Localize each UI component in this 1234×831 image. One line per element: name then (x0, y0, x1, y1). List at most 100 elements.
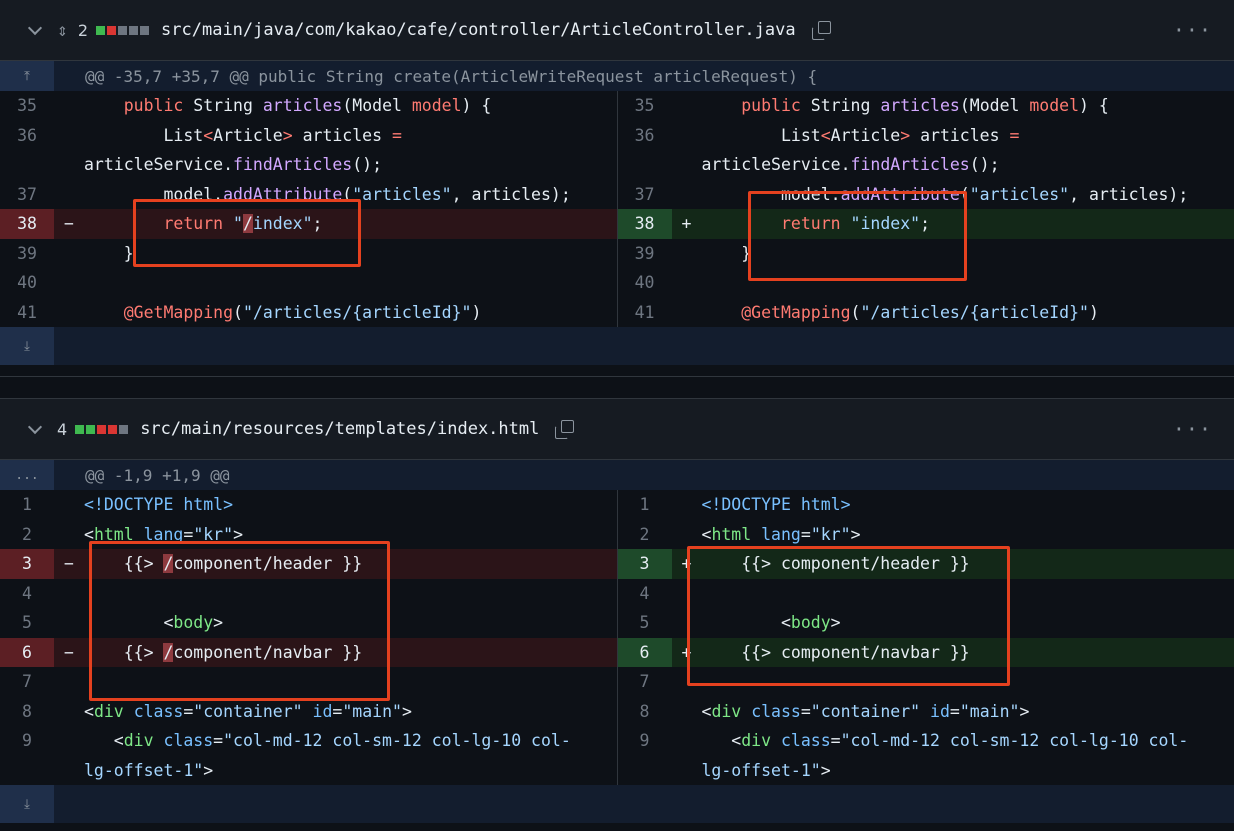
more-options-icon[interactable]: ··· (1173, 417, 1212, 441)
line-number[interactable]: 35 (0, 91, 54, 121)
line-number[interactable]: 39 (0, 239, 54, 269)
line-number[interactable]: 36 (618, 121, 672, 151)
file-path[interactable]: src/main/resources/templates/index.html (140, 419, 539, 439)
expand-down-row: ⤓ (0, 785, 1234, 823)
diff-marker: − (54, 638, 84, 668)
line-number[interactable]: 3 (618, 549, 672, 579)
expand-down-icon[interactable]: ⤓ (0, 327, 54, 365)
line-number[interactable]: 2 (0, 520, 54, 550)
diff-row: 37 model.addAttribute("articles", articl… (0, 180, 1234, 210)
line-number[interactable]: 6 (0, 638, 54, 668)
line-number[interactable]: 8 (0, 697, 54, 727)
line-number[interactable]: 8 (618, 697, 672, 727)
line-number[interactable]: 35 (618, 91, 672, 121)
diffstat-block (119, 425, 128, 434)
collapse-chevron-icon[interactable] (27, 421, 43, 437)
expand-hunk-button[interactable]: ... (0, 460, 54, 490)
code-text: lg-offset-1"> (84, 756, 617, 786)
diff-marker (672, 520, 702, 550)
diff-marker (672, 91, 702, 121)
line-number[interactable]: 4 (0, 579, 54, 609)
more-options-icon[interactable]: ··· (1173, 18, 1212, 42)
line-number[interactable]: 6 (618, 638, 672, 668)
code-text: model.addAttribute("articles", articles)… (84, 180, 617, 210)
diff-marker (54, 180, 84, 210)
line-number[interactable]: 40 (0, 268, 54, 298)
line-number[interactable]: 9 (0, 726, 54, 756)
line-number[interactable]: 38 (618, 209, 672, 239)
copy-path-icon[interactable] (555, 420, 573, 438)
collapse-chevron-icon[interactable] (27, 22, 43, 38)
file-header: 4 src/main/resources/templates/index.htm… (0, 399, 1234, 460)
diff-marker (54, 756, 84, 786)
diff-marker (54, 91, 84, 121)
diff-row: 8<div class="container" id="main">8<div … (0, 697, 1234, 727)
line-number[interactable]: 1 (618, 490, 672, 520)
code-text (84, 579, 617, 609)
code-text: <!DOCTYPE html> (702, 490, 1234, 520)
code-text: model.addAttribute("articles", articles)… (702, 180, 1234, 210)
line-number[interactable] (0, 150, 54, 180)
diffstat (75, 425, 128, 434)
expand-up-icon[interactable]: ⤒ (0, 61, 54, 91)
right-line: 39 } (618, 239, 1234, 269)
expand-down-icon[interactable]: ⤓ (0, 785, 54, 823)
diff-marker (672, 697, 702, 727)
diff-row: 77 (0, 667, 1234, 697)
line-number[interactable]: 7 (618, 667, 672, 697)
hunk-header-text: @@ -35,7 +35,7 @@ public String create(A… (85, 67, 817, 86)
line-number[interactable]: 39 (618, 239, 672, 269)
line-number[interactable]: 37 (618, 180, 672, 210)
line-number[interactable]: 3 (0, 549, 54, 579)
expand-all-icon[interactable]: ⇕ (57, 20, 68, 41)
diffstat-block (140, 26, 149, 35)
line-number[interactable]: 41 (618, 298, 672, 328)
code-text: public String articles(Model model) { (702, 91, 1234, 121)
line-number[interactable]: 36 (0, 121, 54, 151)
line-number[interactable]: 5 (0, 608, 54, 638)
code-text: lg-offset-1"> (702, 756, 1234, 786)
code-text: <div class="col-md-12 col-sm-12 col-lg-1… (702, 726, 1234, 756)
line-number[interactable]: 7 (0, 667, 54, 697)
diff-row: 35 public String articles(Model model) {… (0, 91, 1234, 121)
diff-marker (54, 726, 84, 756)
line-number[interactable]: 4 (618, 579, 672, 609)
code-text: <html lang="kr"> (702, 520, 1234, 550)
line-number[interactable]: 1 (0, 490, 54, 520)
file-path[interactable]: src/main/java/com/kakao/cafe/controller/… (161, 20, 796, 40)
right-line: articleService.findArticles(); (618, 150, 1234, 180)
diff-marker (54, 298, 84, 328)
diffstat-block (86, 425, 95, 434)
code-text: } (84, 239, 617, 269)
diff-marker (672, 608, 702, 638)
line-number[interactable]: 40 (618, 268, 672, 298)
code-text (84, 268, 617, 298)
right-line: 38+ return "index"; (618, 209, 1234, 239)
right-line: 37 model.addAttribute("articles", articl… (618, 180, 1234, 210)
code-text: <div class="container" id="main"> (84, 697, 617, 727)
diff-marker: + (672, 549, 702, 579)
line-number[interactable] (618, 150, 672, 180)
line-number[interactable]: 37 (0, 180, 54, 210)
hunk-header: ... @@ -1,9 +1,9 @@ (0, 460, 1234, 490)
line-number[interactable]: 9 (618, 726, 672, 756)
line-number[interactable]: 2 (618, 520, 672, 550)
diff-row: 38− return "/index";38+ return "index"; (0, 209, 1234, 239)
line-number[interactable] (0, 756, 54, 786)
line-number[interactable]: 5 (618, 608, 672, 638)
line-number[interactable] (618, 756, 672, 786)
code-text (702, 579, 1234, 609)
diff-row: 9 <div class="col-md-12 col-sm-12 col-lg… (0, 726, 1234, 756)
diff-marker (54, 490, 84, 520)
diffstat-block (75, 425, 84, 434)
left-line: 40 (0, 268, 618, 298)
diff-marker (54, 697, 84, 727)
diff-row: 44 (0, 579, 1234, 609)
diff-marker: + (672, 638, 702, 668)
line-number[interactable]: 38 (0, 209, 54, 239)
diff-marker (672, 756, 702, 786)
right-line: 3+ {{> component/header }} (618, 549, 1234, 579)
line-number[interactable]: 41 (0, 298, 54, 328)
copy-path-icon[interactable] (812, 21, 830, 39)
change-count: 4 (57, 420, 67, 439)
